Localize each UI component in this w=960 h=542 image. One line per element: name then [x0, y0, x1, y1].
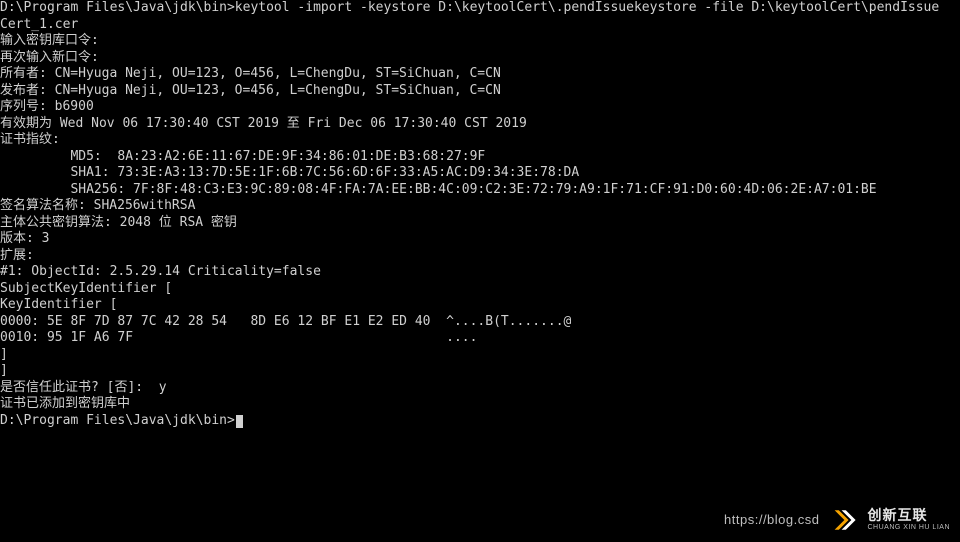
- terminal-line: 证书已添加到密钥库中: [0, 396, 960, 413]
- terminal-line: ]: [0, 363, 960, 380]
- terminal-line: 是否信任此证书? [否]: y: [0, 380, 960, 397]
- watermark-text: 创新互联 CHUANG XIN HU LIAN: [867, 508, 950, 531]
- terminal-line: 发布者: CN=Hyuga Neji, OU=123, O=456, L=Che…: [0, 83, 960, 100]
- terminal-line: 0010: 95 1F A6 7F ....: [0, 330, 960, 347]
- terminal-line: 输入密钥库口令:: [0, 33, 960, 50]
- watermark: https://blog.csd 创新互联 CHUANG XIN HU LIAN: [724, 506, 950, 534]
- terminal-line: SubjectKeyIdentifier [: [0, 281, 960, 298]
- terminal-line: 版本: 3: [0, 231, 960, 248]
- watermark-brand-cn: 创新互联: [867, 508, 950, 523]
- terminal-line: 再次输入新口令:: [0, 50, 960, 67]
- terminal-line: D:\Program Files\Java\jdk\bin>keytool -i…: [0, 0, 960, 17]
- watermark-logo-icon: [829, 506, 857, 534]
- terminal-line: 证书指纹:: [0, 132, 960, 149]
- terminal-line: D:\Program Files\Java\jdk\bin>: [0, 413, 960, 430]
- terminal-line: 0000: 5E 8F 7D 87 7C 42 28 54 8D E6 12 B…: [0, 314, 960, 331]
- terminal-line: 序列号: b6900: [0, 99, 960, 116]
- terminal-line: 所有者: CN=Hyuga Neji, OU=123, O=456, L=Che…: [0, 66, 960, 83]
- terminal-line: 有效期为 Wed Nov 06 17:30:40 CST 2019 至 Fri …: [0, 116, 960, 133]
- terminal-line: KeyIdentifier [: [0, 297, 960, 314]
- watermark-brand-py: CHUANG XIN HU LIAN: [867, 524, 950, 532]
- terminal-line: SHA1: 73:3E:A3:13:7D:5E:1F:6B:7C:56:6D:6…: [0, 165, 960, 182]
- terminal-output[interactable]: D:\Program Files\Java\jdk\bin>keytool -i…: [0, 0, 960, 429]
- terminal-line: SHA256: 7F:8F:48:C3:E3:9C:89:08:4F:FA:7A…: [0, 182, 960, 199]
- terminal-line: 签名算法名称: SHA256withRSA: [0, 198, 960, 215]
- terminal-line: MD5: 8A:23:A2:6E:11:67:DE:9F:34:86:01:DE…: [0, 149, 960, 166]
- terminal-line: #1: ObjectId: 2.5.29.14 Criticality=fals…: [0, 264, 960, 281]
- terminal-line: Cert_1.cer: [0, 17, 960, 34]
- terminal-line: 主体公共密钥算法: 2048 位 RSA 密钥: [0, 215, 960, 232]
- watermark-url: https://blog.csd: [724, 512, 819, 529]
- terminal-line: 扩展:: [0, 248, 960, 265]
- cursor-icon: [236, 415, 243, 428]
- terminal-line: ]: [0, 347, 960, 364]
